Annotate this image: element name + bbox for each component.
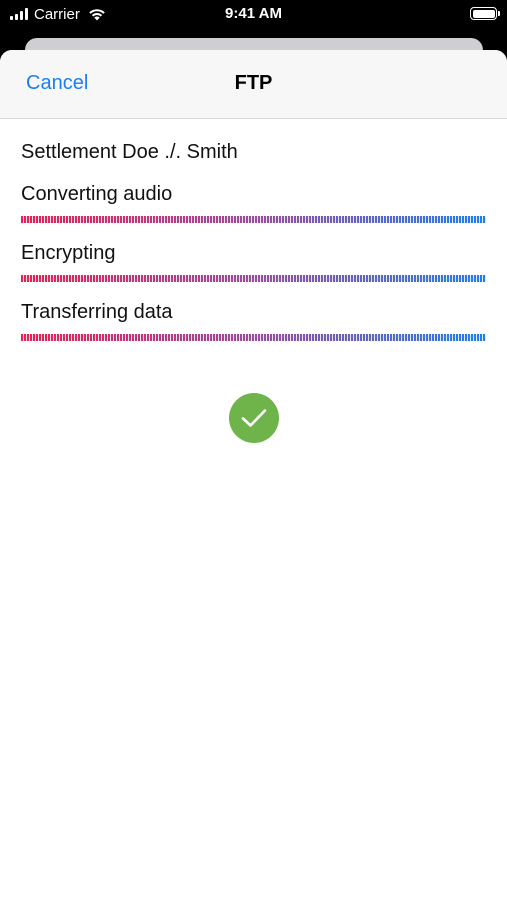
progress-fill xyxy=(21,334,486,341)
battery-icon xyxy=(470,7,500,20)
battery-cap xyxy=(498,11,500,16)
status-bar: Carrier 9:41 AM xyxy=(0,0,507,30)
checkmark-circle-icon xyxy=(228,393,279,443)
progress-bar xyxy=(21,275,486,282)
step-transferring-data: Transferring data xyxy=(21,300,486,341)
page-title: FTP xyxy=(234,72,273,94)
step-label: Converting audio xyxy=(21,183,173,205)
navigation-bar: Cancel FTP xyxy=(0,50,507,119)
progress-bar xyxy=(21,216,486,223)
progress-fill xyxy=(21,275,486,282)
checkmark-icon xyxy=(241,409,266,427)
step-converting-audio: Converting audio xyxy=(21,182,486,223)
clock: 9:41 AM xyxy=(225,5,282,22)
battery-level-fill xyxy=(472,9,495,18)
ftp-sheet: Cancel FTP Settlement Doe ./. Smith Conv… xyxy=(0,50,507,900)
transfer-content: Settlement Doe ./. Smith Converting audi… xyxy=(0,140,507,443)
step-label: Transferring data xyxy=(21,301,173,323)
step-encrypting: Encrypting xyxy=(21,241,486,282)
progress-bar xyxy=(21,334,486,341)
progress-fill xyxy=(21,216,486,223)
file-name: Settlement Doe ./. Smith xyxy=(21,141,238,163)
step-label: Encrypting xyxy=(21,242,116,264)
completion-indicator xyxy=(21,393,486,443)
